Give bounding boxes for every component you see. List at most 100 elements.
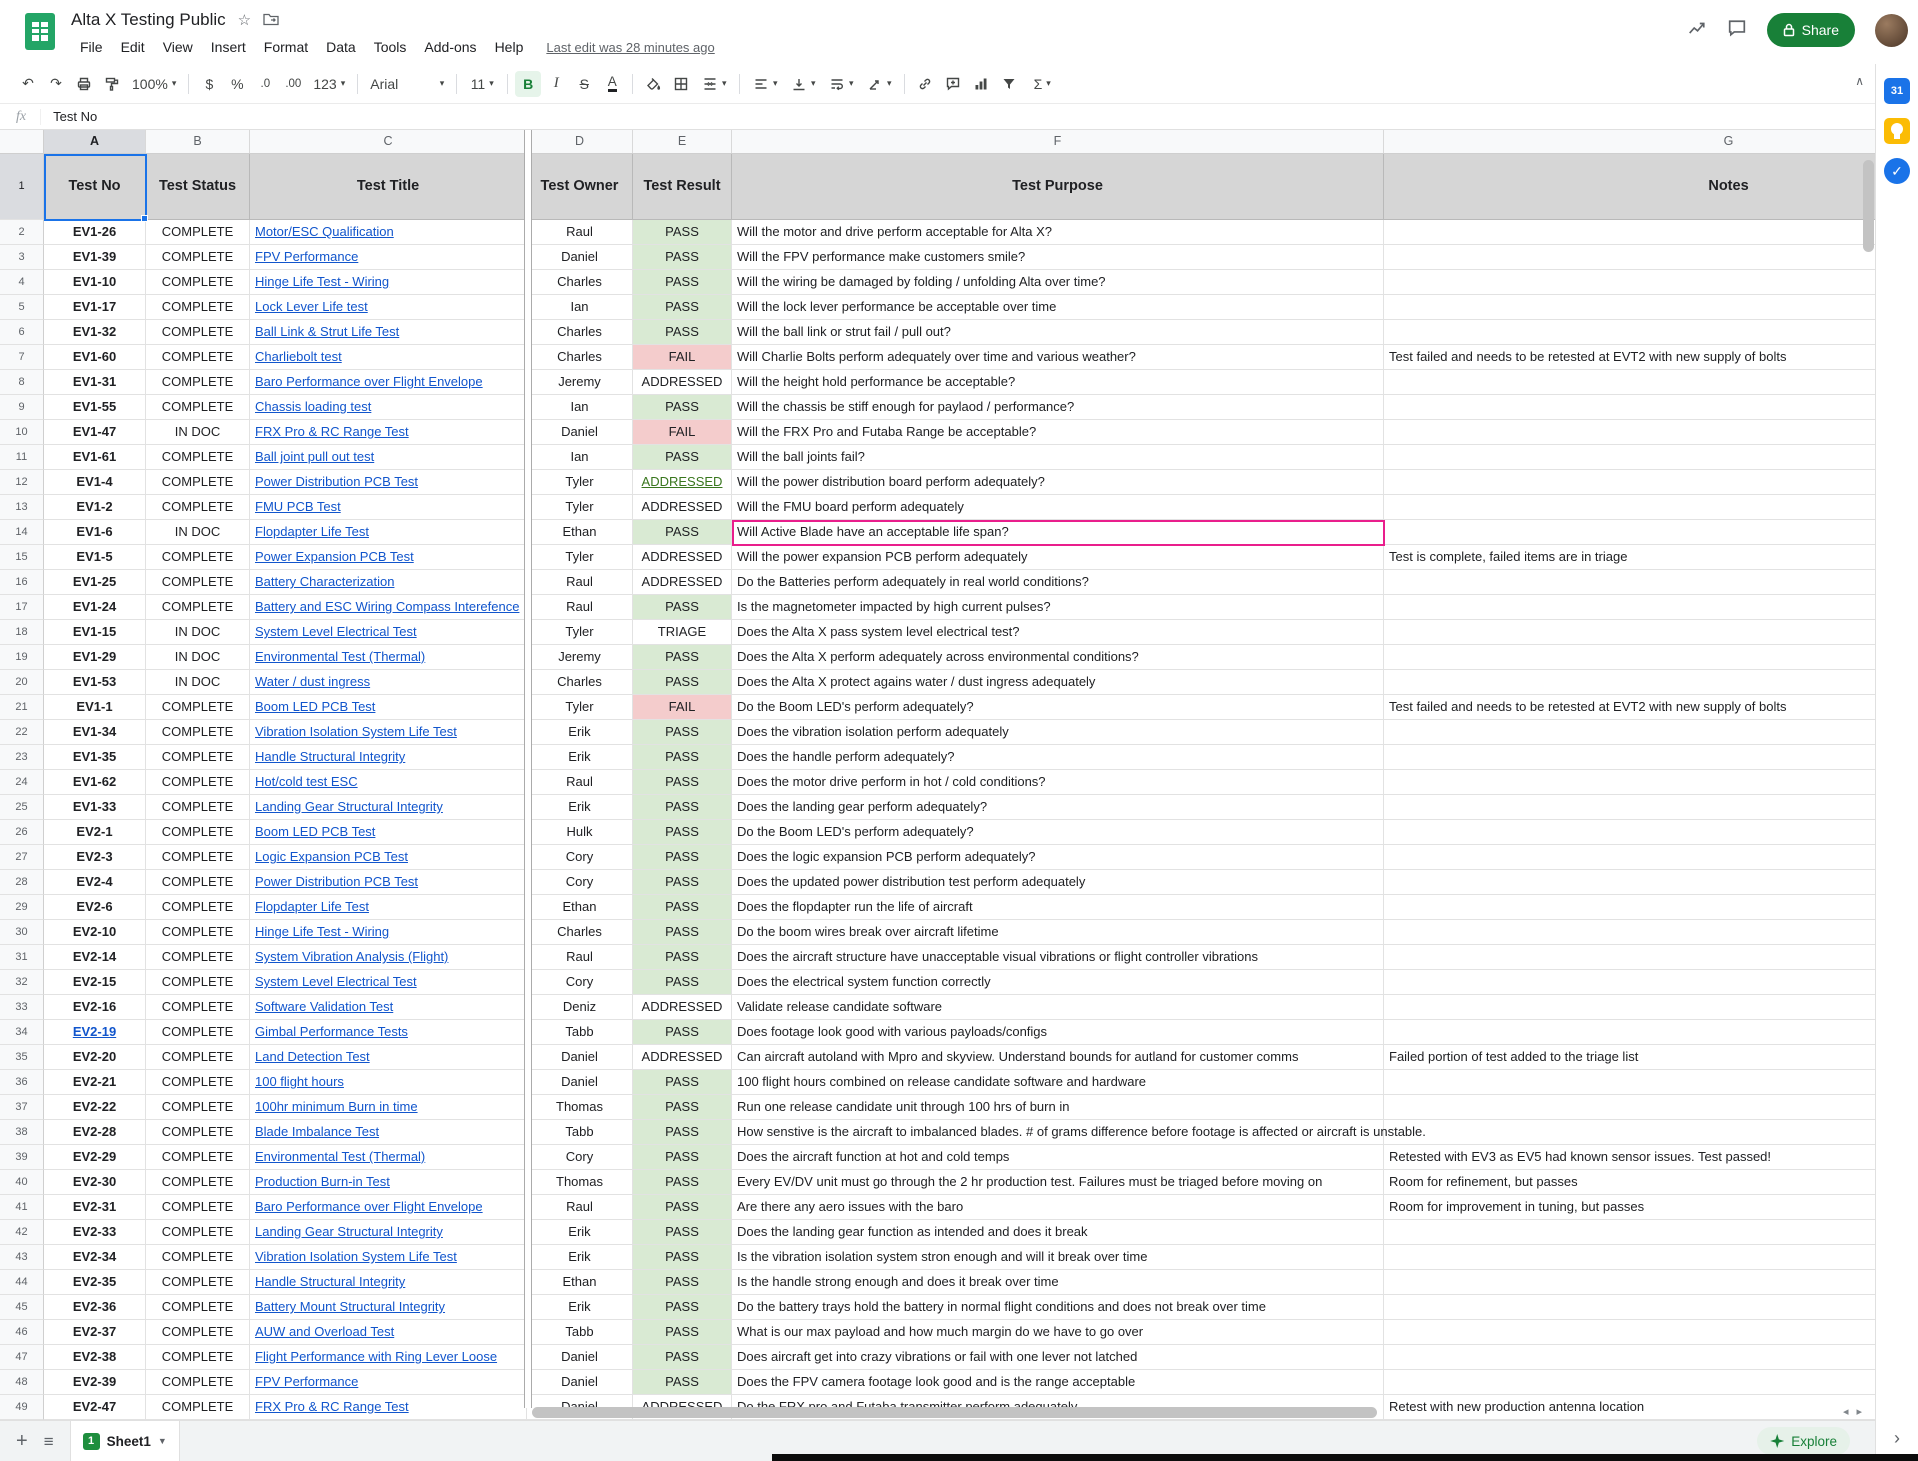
- cell-G41[interactable]: Room for improvement in tuning, but pass…: [1384, 1195, 1876, 1220]
- row-header-9[interactable]: 9: [0, 395, 44, 420]
- cell-D19[interactable]: Jeremy: [527, 645, 633, 670]
- cell-C1[interactable]: Test Title: [250, 154, 527, 220]
- cell-F12[interactable]: Will the power distribution board perfor…: [732, 470, 1384, 495]
- row-header-18[interactable]: 18: [0, 620, 44, 645]
- scroll-left-icon[interactable]: ◂: [1843, 1405, 1849, 1418]
- cell-C39[interactable]: Environmental Test (Thermal): [250, 1145, 527, 1170]
- row-header-37[interactable]: 37: [0, 1095, 44, 1120]
- document-title[interactable]: Alta X Testing Public: [71, 10, 226, 30]
- cell-G15[interactable]: Test is complete, failed items are in tr…: [1384, 545, 1876, 570]
- cell-A45[interactable]: EV2-36: [44, 1295, 146, 1320]
- cell-C43[interactable]: Vibration Isolation System Life Test: [250, 1245, 527, 1270]
- cell-B29[interactable]: COMPLETE: [146, 895, 250, 920]
- cell-E48[interactable]: PASS: [633, 1370, 732, 1395]
- cell-D23[interactable]: Erik: [527, 745, 633, 770]
- cell-A43[interactable]: EV2-34: [44, 1245, 146, 1270]
- cell-D22[interactable]: Erik: [527, 720, 633, 745]
- cell-C8[interactable]: Baro Performance over Flight Envelope: [250, 370, 527, 395]
- cell-B18[interactable]: IN DOC: [146, 620, 250, 645]
- menu-tools[interactable]: Tools: [365, 37, 416, 57]
- cell-F10[interactable]: Will the FRX Pro and Futaba Range be acc…: [732, 420, 1384, 445]
- cell-D21[interactable]: Tyler: [527, 695, 633, 720]
- cell-F47[interactable]: Does aircraft get into crazy vibrations …: [732, 1345, 1384, 1370]
- cell-D7[interactable]: Charles: [527, 345, 633, 370]
- cell-D26[interactable]: Hulk: [527, 820, 633, 845]
- cell-E39[interactable]: PASS: [633, 1145, 732, 1170]
- strikethrough-button[interactable]: S: [571, 71, 597, 97]
- cell-C47[interactable]: Flight Performance with Ring Lever Loose: [250, 1345, 527, 1370]
- cell-B37[interactable]: COMPLETE: [146, 1095, 250, 1120]
- cell-A47[interactable]: EV2-38: [44, 1345, 146, 1370]
- cell-F37[interactable]: Run one release candidate unit through 1…: [732, 1095, 1384, 1120]
- cell-F30[interactable]: Do the boom wires break over aircraft li…: [732, 920, 1384, 945]
- cell-G28[interactable]: [1384, 870, 1876, 895]
- cell-F25[interactable]: Does the landing gear perform adequately…: [732, 795, 1384, 820]
- cell-E24[interactable]: PASS: [633, 770, 732, 795]
- cell-E4[interactable]: PASS: [633, 270, 732, 295]
- cell-A23[interactable]: EV1-35: [44, 745, 146, 770]
- cell-A9[interactable]: EV1-55: [44, 395, 146, 420]
- cell-E23[interactable]: PASS: [633, 745, 732, 770]
- cell-B27[interactable]: COMPLETE: [146, 845, 250, 870]
- cell-E3[interactable]: PASS: [633, 245, 732, 270]
- cell-F22[interactable]: Does the vibration isolation perform ade…: [732, 720, 1384, 745]
- cell-E10[interactable]: FAIL: [633, 420, 732, 445]
- cell-A2[interactable]: EV1-26: [44, 220, 146, 245]
- cell-E34[interactable]: PASS: [633, 1020, 732, 1045]
- cell-B36[interactable]: COMPLETE: [146, 1070, 250, 1095]
- row-header-17[interactable]: 17: [0, 595, 44, 620]
- cell-A10[interactable]: EV1-47: [44, 420, 146, 445]
- cell-G23[interactable]: [1384, 745, 1876, 770]
- cell-A15[interactable]: EV1-5: [44, 545, 146, 570]
- cell-B14[interactable]: IN DOC: [146, 520, 250, 545]
- cell-A36[interactable]: EV2-21: [44, 1070, 146, 1095]
- row-header-8[interactable]: 8: [0, 370, 44, 395]
- cell-D47[interactable]: Daniel: [527, 1345, 633, 1370]
- cell-D11[interactable]: Ian: [527, 445, 633, 470]
- cell-B21[interactable]: COMPLETE: [146, 695, 250, 720]
- row-header-43[interactable]: 43: [0, 1245, 44, 1270]
- cell-C25[interactable]: Landing Gear Structural Integrity: [250, 795, 527, 820]
- cell-A39[interactable]: EV2-29: [44, 1145, 146, 1170]
- cell-B47[interactable]: COMPLETE: [146, 1345, 250, 1370]
- collapse-toolbar-icon[interactable]: ∧: [1855, 74, 1864, 88]
- cell-A16[interactable]: EV1-25: [44, 570, 146, 595]
- cell-B12[interactable]: COMPLETE: [146, 470, 250, 495]
- cell-F36[interactable]: 100 flight hours combined on release can…: [732, 1070, 1384, 1095]
- italic-button[interactable]: I: [543, 71, 569, 97]
- move-folder-icon[interactable]: [263, 12, 279, 29]
- cell-D10[interactable]: Daniel: [527, 420, 633, 445]
- row-header-7[interactable]: 7: [0, 345, 44, 370]
- cell-D24[interactable]: Raul: [527, 770, 633, 795]
- cell-E40[interactable]: PASS: [633, 1170, 732, 1195]
- cell-A20[interactable]: EV1-53: [44, 670, 146, 695]
- cell-F42[interactable]: Does the landing gear function as intend…: [732, 1220, 1384, 1245]
- insert-comment-icon[interactable]: [940, 71, 966, 97]
- cell-B48[interactable]: COMPLETE: [146, 1370, 250, 1395]
- user-avatar[interactable]: [1875, 14, 1908, 47]
- cell-D15[interactable]: Tyler: [527, 545, 633, 570]
- cell-F2[interactable]: Will the motor and drive perform accepta…: [732, 220, 1384, 245]
- text-rotation-icon[interactable]: ▾: [861, 71, 897, 97]
- cell-D42[interactable]: Erik: [527, 1220, 633, 1245]
- cell-G6[interactable]: [1384, 320, 1876, 345]
- cell-A7[interactable]: EV1-60: [44, 345, 146, 370]
- cell-A44[interactable]: EV2-35: [44, 1270, 146, 1295]
- cell-B13[interactable]: COMPLETE: [146, 495, 250, 520]
- cell-A35[interactable]: EV2-20: [44, 1045, 146, 1070]
- scroll-right-icon[interactable]: ▸: [1856, 1405, 1862, 1418]
- row-header-16[interactable]: 16: [0, 570, 44, 595]
- cell-B2[interactable]: COMPLETE: [146, 220, 250, 245]
- cell-C11[interactable]: Ball joint pull out test: [250, 445, 527, 470]
- cell-D17[interactable]: Raul: [527, 595, 633, 620]
- cell-F23[interactable]: Does the handle perform adequately?: [732, 745, 1384, 770]
- cell-C34[interactable]: Gimbal Performance Tests: [250, 1020, 527, 1045]
- menu-add-ons[interactable]: Add-ons: [415, 37, 485, 57]
- redo-icon[interactable]: ↷: [43, 71, 69, 97]
- cell-F14[interactable]: Will Active Blade have an acceptable lif…: [732, 520, 1384, 545]
- sheet-tab-menu-icon[interactable]: ▼: [158, 1436, 167, 1446]
- calendar-icon[interactable]: 31: [1884, 78, 1910, 104]
- cell-C36[interactable]: 100 flight hours: [250, 1070, 527, 1095]
- row-header-6[interactable]: 6: [0, 320, 44, 345]
- cell-C15[interactable]: Power Expansion PCB Test: [250, 545, 527, 570]
